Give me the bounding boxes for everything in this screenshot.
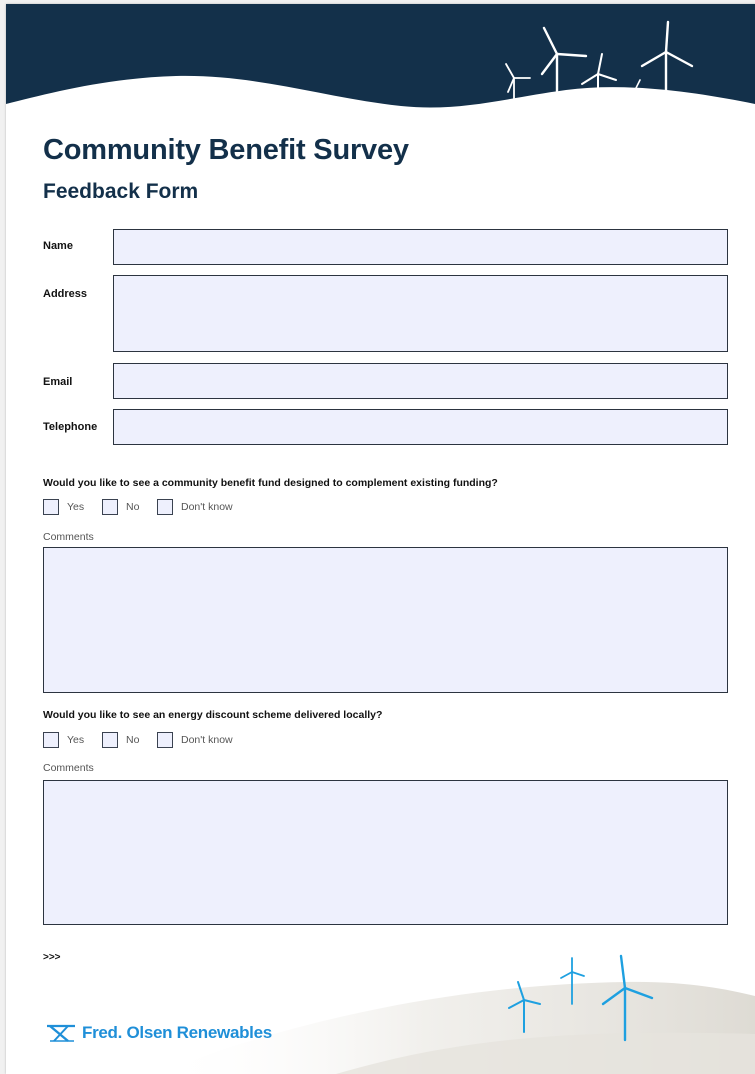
q1-comments-label: Comments (43, 531, 94, 543)
checkbox[interactable] (157, 732, 173, 748)
address-label: Address (43, 288, 88, 300)
telephone-label: Telephone (43, 421, 98, 433)
option-label: Yes (67, 734, 85, 746)
page-subtitle: Feedback Form (43, 180, 199, 203)
email-field[interactable] (113, 363, 728, 399)
question-1-text: Would you like to see a community benefi… (43, 477, 498, 489)
name-label: Name (43, 240, 73, 252)
checkbox[interactable] (43, 732, 59, 748)
checkbox[interactable] (43, 499, 59, 515)
fred-olsen-logo-icon (47, 1024, 75, 1042)
q1-comments-field[interactable] (43, 547, 728, 693)
address-field[interactable] (113, 275, 728, 352)
q2-comments-field[interactable] (43, 780, 728, 925)
brand-name: Fred. Olsen Renewables (82, 1023, 272, 1042)
email-label: Email (43, 376, 73, 388)
page-title: Community Benefit Survey (43, 134, 409, 166)
name-field[interactable] (113, 229, 728, 265)
telephone-field[interactable] (113, 409, 728, 445)
q2-comments-label: Comments (43, 762, 94, 774)
checkbox[interactable] (157, 499, 173, 515)
question-2-text: Would you like to see an energy discount… (43, 709, 383, 721)
checkbox[interactable] (102, 499, 118, 515)
option-label: No (126, 734, 140, 746)
option-label: Don't know (181, 501, 233, 513)
option-label: Yes (67, 501, 85, 513)
option-label: No (126, 501, 140, 513)
header-banner (6, 4, 755, 114)
survey-page: Community Benefit Survey Feedback Form N… (6, 4, 755, 1074)
footer-landscape (156, 954, 755, 1074)
checkbox[interactable] (102, 732, 118, 748)
option-label: Don't know (181, 734, 233, 746)
